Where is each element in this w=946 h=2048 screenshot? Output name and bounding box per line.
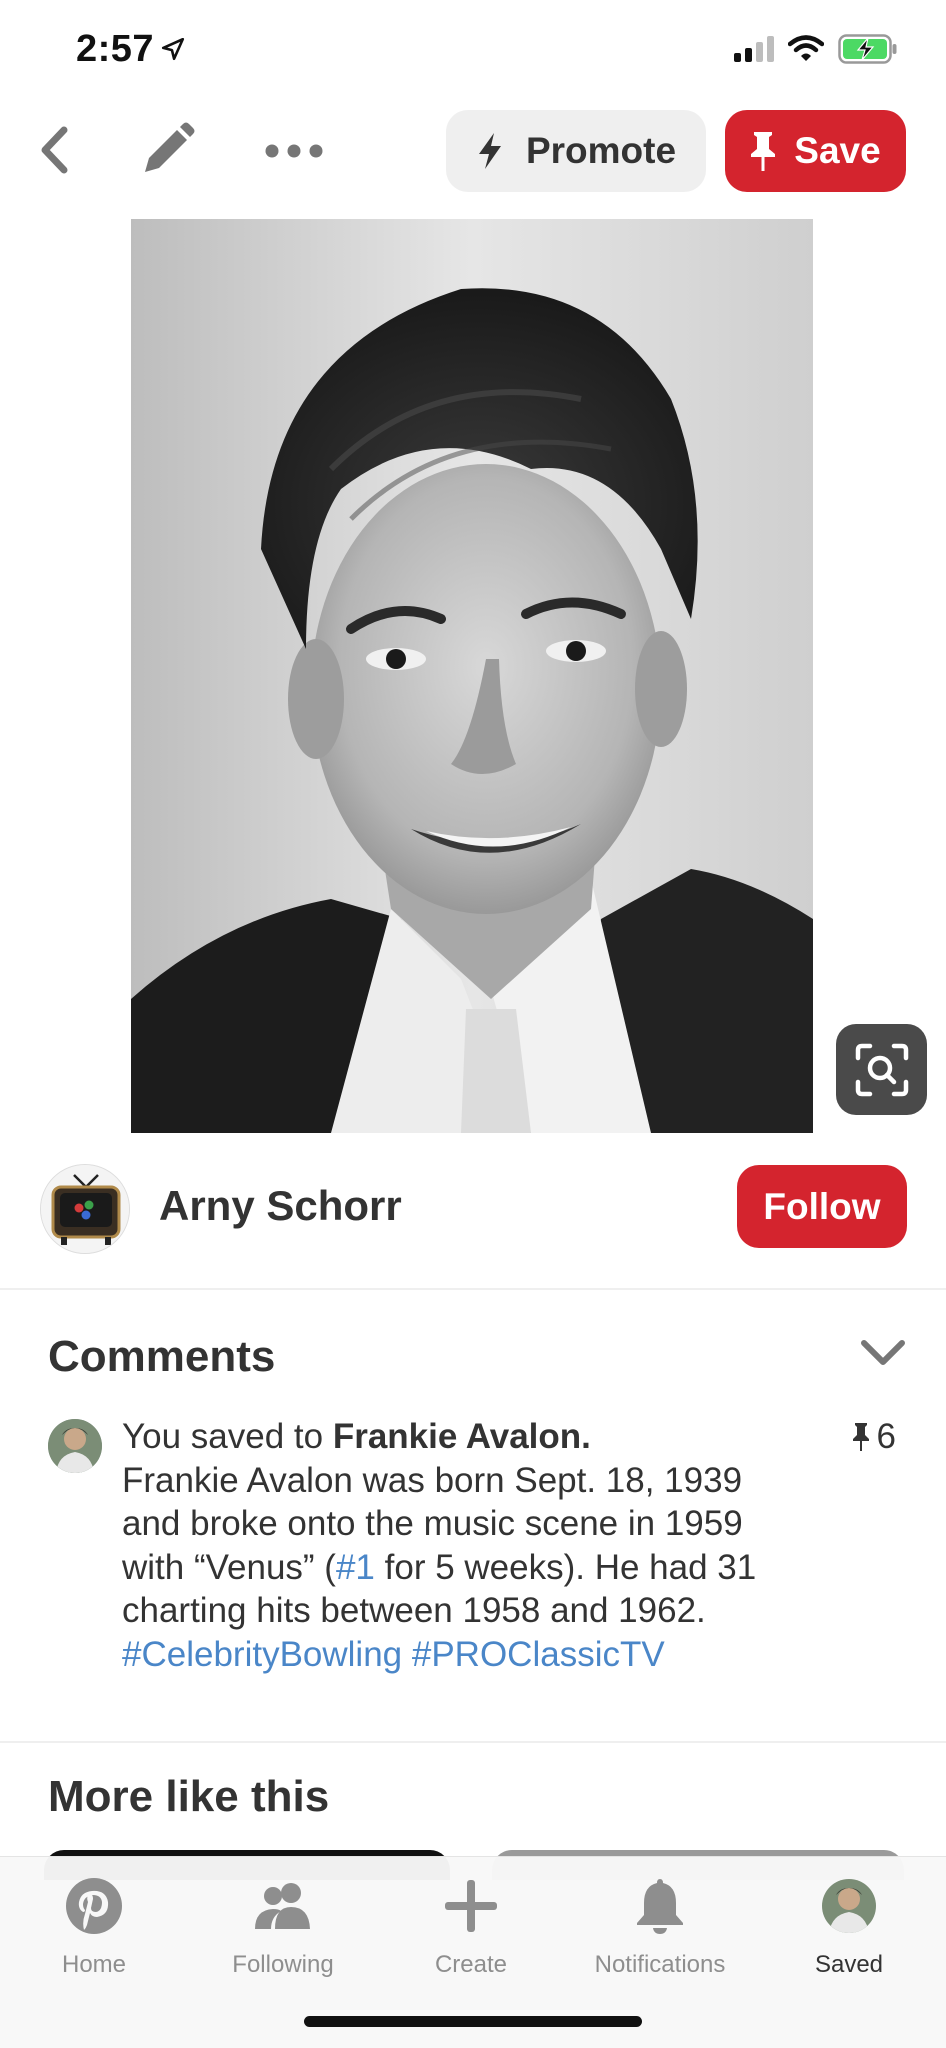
follow-button[interactable]: Follow	[737, 1165, 907, 1248]
pushpin-icon	[852, 1423, 869, 1451]
tab-label: Following	[232, 1951, 334, 1978]
pin-action-bar: Promote Save	[0, 100, 946, 200]
creator-name[interactable]: Arny Schorr	[159, 1182, 402, 1230]
promote-label: Promote	[525, 130, 677, 171]
edit-button[interactable]	[136, 120, 198, 180]
tab-home[interactable]: Home	[4, 1875, 184, 1979]
pushpin-icon	[751, 132, 776, 171]
description-text: You saved to Frankie Avalon. Frankie Ava…	[122, 1415, 782, 1676]
creator-row: Arny Schorr Follow	[0, 1160, 946, 1290]
hashtag-number-link[interactable]: #1	[336, 1548, 375, 1587]
plus-icon	[445, 1880, 497, 1932]
promote-button[interactable]: Promote	[446, 110, 706, 192]
tab-create[interactable]: Create	[381, 1875, 561, 1979]
tv-logo-icon	[41, 1165, 129, 1253]
save-label: Save	[794, 130, 881, 171]
battery-charging-icon	[838, 34, 897, 64]
cellular-signal-icon	[734, 36, 774, 62]
save-button[interactable]: Save	[725, 110, 906, 192]
profile-avatar	[822, 1879, 876, 1933]
lightning-icon	[478, 133, 501, 169]
tab-following[interactable]: Following	[193, 1875, 373, 1979]
save-count: 6	[852, 1417, 896, 1457]
tab-label: Home	[61, 1951, 127, 1978]
pencil-icon	[145, 122, 195, 172]
ellipsis-icon	[265, 144, 323, 158]
creator-avatar[interactable]	[40, 1164, 130, 1254]
comments-title: Comments	[48, 1332, 276, 1381]
people-icon	[255, 1883, 310, 1929]
visual-search-icon	[855, 1043, 908, 1096]
board-name-link[interactable]: Frankie Avalon.	[333, 1417, 591, 1456]
divider	[0, 1288, 946, 1290]
location-arrow-icon	[161, 37, 185, 61]
user-avatar[interactable]	[48, 1419, 102, 1473]
more-like-this-title: More like this	[48, 1772, 330, 1821]
comments-header[interactable]: Comments	[48, 1320, 908, 1390]
tab-label: Notifications	[594, 1951, 726, 1978]
hashtag-celebrity-bowling-link[interactable]: #CelebrityBowling	[122, 1635, 402, 1674]
saved-prefix: You saved to	[122, 1417, 333, 1456]
pinterest-logo-icon	[66, 1878, 122, 1934]
hashtag-proclassictv-link[interactable]: #PROClassicTV	[412, 1635, 665, 1674]
chevron-left-icon	[41, 126, 68, 174]
portrait-photo	[131, 219, 813, 1133]
home-indicator[interactable]	[304, 2016, 642, 2027]
divider	[0, 1741, 946, 1743]
status-time: 2:57	[76, 28, 155, 70]
visual-search-button[interactable]	[836, 1024, 927, 1115]
user-photo	[48, 1419, 102, 1473]
wifi-icon	[788, 35, 824, 61]
save-count-value: 6	[876, 1417, 896, 1456]
chevron-down-icon[interactable]	[860, 1338, 906, 1368]
tab-label: Create	[434, 1951, 508, 1978]
tab-label: Saved	[814, 1951, 884, 1978]
status-bar: 2:57	[0, 0, 946, 100]
tab-notifications[interactable]: Notifications	[570, 1875, 750, 1979]
pin-image[interactable]	[131, 219, 813, 1133]
more-options-button[interactable]	[262, 126, 326, 176]
bell-icon	[637, 1879, 683, 1934]
back-button[interactable]	[28, 120, 80, 180]
tab-saved[interactable]: Saved	[759, 1875, 939, 1979]
